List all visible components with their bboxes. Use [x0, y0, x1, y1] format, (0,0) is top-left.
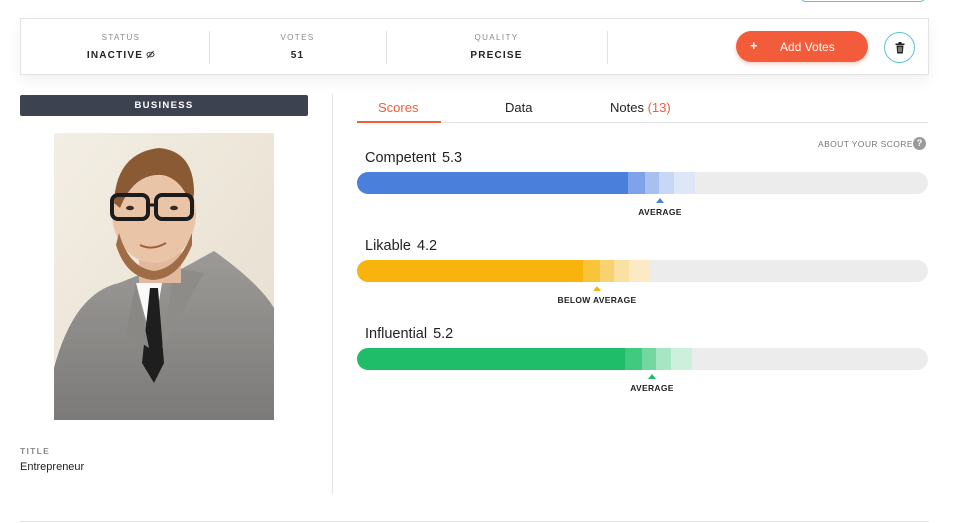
eye-slash-icon — [146, 50, 155, 59]
plus-icon: + — [750, 38, 758, 53]
active-tab-indicator — [357, 121, 441, 123]
score-verdict-label: BELOW AVERAGE — [557, 295, 637, 305]
tab-bar: Scores Data Notes (13) — [357, 96, 928, 123]
about-scores-link[interactable]: ABOUT YOUR SCORES — [818, 139, 919, 149]
score-verdict-label: AVERAGE — [630, 383, 674, 393]
partial-top-button[interactable] — [800, 0, 926, 2]
category-badge: BUSINESS — [20, 95, 308, 116]
score-title: Competent 5.3 — [365, 150, 462, 166]
bottom-divider — [20, 521, 929, 522]
score-verdict-label: AVERAGE — [638, 207, 682, 217]
score-bar-track — [357, 172, 928, 194]
help-icon[interactable]: ? — [913, 137, 926, 150]
score-bar-fill — [357, 260, 583, 282]
tab-notes-label: Notes — [610, 100, 644, 115]
score-bar-range-segment — [628, 172, 645, 194]
score-name: Competent — [365, 150, 436, 166]
score-name: Influential — [365, 326, 428, 342]
tab-notes[interactable]: Notes (13) — [610, 100, 671, 115]
score-bar-track — [357, 260, 928, 282]
status-value: INACTIVE — [21, 50, 221, 61]
votes-value: 51 — [290, 50, 305, 61]
quality-value: PRECISE — [470, 50, 523, 61]
quality-label: QUALITY — [474, 33, 519, 42]
title-label: TITLE — [20, 446, 51, 456]
votes-stat: VOTES 51 — [209, 19, 386, 76]
score-title: Likable 4.2 — [365, 238, 437, 254]
score-bar-fill — [357, 172, 628, 194]
add-votes-label: Add Votes — [780, 40, 835, 54]
average-marker-icon — [593, 286, 601, 291]
tab-scores[interactable]: Scores — [378, 100, 418, 115]
average-marker-icon — [656, 198, 664, 203]
status-stat: STATUS INACTIVE — [21, 19, 221, 76]
score-bar-range-segment — [659, 172, 674, 194]
tab-data[interactable]: Data — [505, 100, 532, 115]
profile-photo — [54, 133, 274, 420]
stat-divider — [607, 31, 608, 64]
status-label: STATUS — [101, 33, 141, 42]
score-bar-range-segment — [614, 260, 629, 282]
title-value: Entrepreneur — [20, 461, 85, 473]
score-bar-range-segment — [642, 348, 656, 370]
score-bar-track — [357, 348, 928, 370]
delete-button[interactable] — [884, 32, 915, 63]
score-value: 4.2 — [416, 238, 438, 254]
add-votes-button[interactable]: + Add Votes — [736, 31, 868, 62]
score-name: Likable — [365, 238, 411, 254]
notes-count-badge: (13) — [647, 100, 671, 115]
score-bar-range-segment — [671, 348, 692, 370]
score-bar-range-segment — [674, 172, 695, 194]
status-value-text: INACTIVE — [86, 50, 144, 61]
score-title: Influential 5.2 — [365, 326, 453, 342]
score-bar-range-segment — [625, 348, 642, 370]
votes-label: VOTES — [280, 33, 315, 42]
average-marker-icon — [648, 374, 656, 379]
trash-icon — [895, 42, 905, 54]
score-value: 5.3 — [441, 150, 463, 166]
score-bar-range-segment — [645, 172, 659, 194]
score-bar-range-segment — [583, 260, 600, 282]
quality-stat: QUALITY PRECISE — [386, 19, 607, 76]
column-divider — [332, 94, 333, 494]
score-bar-range-segment — [656, 348, 671, 370]
score-value: 5.2 — [433, 326, 454, 342]
score-bar-fill — [357, 348, 625, 370]
score-bar-range-segment — [629, 260, 650, 282]
score-bar-range-segment — [600, 260, 614, 282]
